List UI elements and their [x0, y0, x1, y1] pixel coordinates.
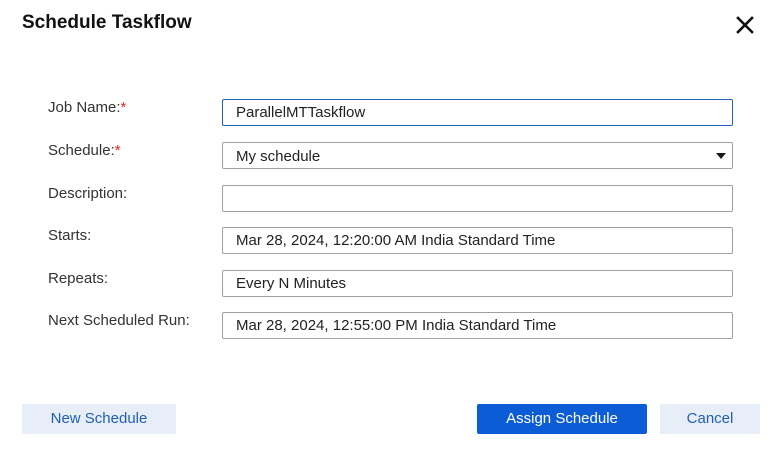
- dialog-title: Schedule Taskflow: [22, 12, 192, 33]
- starts-label: Starts:: [48, 227, 92, 244]
- job-name-row: Job Name:*: [0, 99, 783, 131]
- schedule-selected-value: My schedule: [236, 148, 321, 165]
- schedule-label: Schedule:*: [48, 142, 121, 159]
- required-mark: *: [114, 142, 121, 159]
- description-input[interactable]: [222, 185, 733, 212]
- repeats-label: Repeats:: [48, 270, 109, 287]
- new-schedule-button[interactable]: New Schedule: [22, 404, 176, 434]
- description-row: Description:: [0, 185, 783, 217]
- starts-row: Starts:: [0, 227, 783, 259]
- schedule-select[interactable]: My schedule: [222, 142, 733, 169]
- repeats-row: Repeats:: [0, 270, 783, 302]
- next-scheduled-run-input[interactable]: [222, 312, 733, 339]
- repeats-input[interactable]: [222, 270, 733, 297]
- assign-schedule-button[interactable]: Assign Schedule: [477, 404, 647, 434]
- next-scheduled-run-row: Next Scheduled Run:: [0, 312, 783, 344]
- close-button[interactable]: [733, 13, 757, 37]
- schedule-row: Schedule:* My schedule: [0, 142, 783, 174]
- close-icon: [736, 16, 754, 34]
- job-name-label: Job Name:*: [48, 99, 127, 116]
- caret-down-icon: [716, 153, 726, 159]
- starts-input[interactable]: [222, 227, 733, 254]
- next-scheduled-run-label: Next Scheduled Run:: [48, 312, 190, 329]
- description-label: Description:: [48, 185, 128, 202]
- required-mark: *: [120, 99, 127, 116]
- schedule-taskflow-dialog: Schedule Taskflow Job Name:* Schedule:* …: [0, 0, 783, 451]
- cancel-button[interactable]: Cancel: [660, 404, 760, 434]
- job-name-input[interactable]: [222, 99, 733, 126]
